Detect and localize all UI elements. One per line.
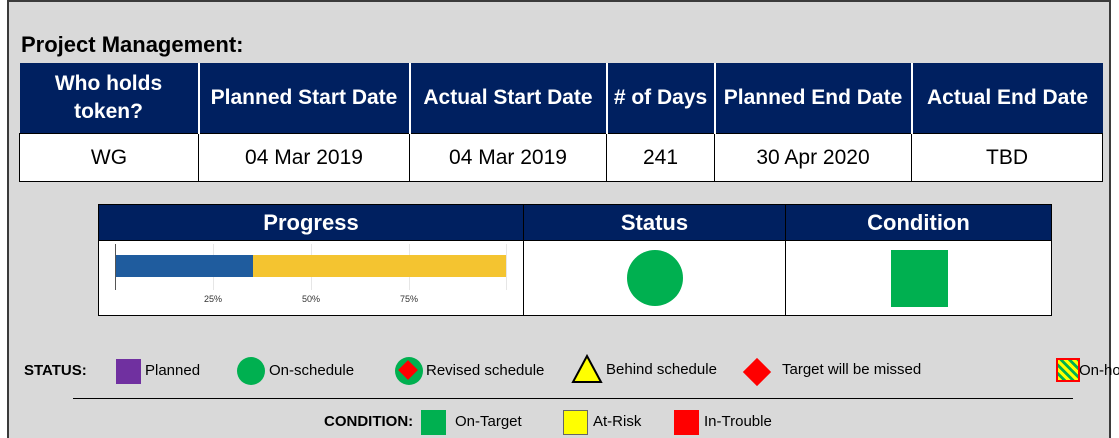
table-header-row: Who holds token? Planned Start Date Actu… (19, 63, 1103, 134)
target-missed-diamond-icon (742, 357, 772, 387)
cell-actual-end: TBD (911, 133, 1103, 182)
legend-divider (73, 398, 1073, 399)
status-indicator (626, 250, 683, 306)
cell-planned-end: 30 Apr 2020 (714, 133, 912, 182)
project-info-table: Who holds token? Planned Start Date Actu… (19, 63, 1103, 182)
legend-in-trouble: In-Trouble (704, 413, 772, 430)
planned-swatch (116, 359, 141, 384)
on-target-swatch (421, 410, 446, 435)
at-risk-swatch (563, 410, 588, 435)
progress-complete (116, 255, 253, 277)
legend-behind-schedule: Behind schedule (606, 361, 717, 378)
progress-bar: 25% 50% 75% (115, 244, 507, 304)
header-progress: Progress (98, 204, 524, 241)
legend-planned: Planned (145, 362, 201, 379)
tick-label: 75% (399, 294, 419, 304)
cell-actual-start: 04 Mar 2019 (409, 133, 607, 182)
revised-schedule-swatch (395, 357, 423, 385)
revised-diamond-icon (398, 360, 418, 380)
tick-label: 25% (203, 294, 223, 304)
condition-legend-title: CONDITION: (324, 413, 414, 430)
summary-table: Progress Status Condition 25% 50% 75% (98, 204, 1052, 316)
status-legend-title: STATUS: (24, 362, 87, 379)
legend-revised-schedule: Revised schedule (426, 362, 545, 379)
condition-cell (785, 240, 1052, 316)
gridline-100 (506, 244, 507, 290)
header-status: Status (523, 204, 786, 241)
legend-at-risk: At-Risk (593, 413, 642, 430)
cell-token-holder: WG (19, 133, 199, 182)
header-days: # of Days (605, 63, 716, 134)
header-condition: Condition (785, 204, 1052, 241)
header-actual-start: Actual Start Date (408, 63, 608, 134)
header-planned-end: Planned End Date (713, 63, 913, 134)
project-panel: Project Management: Who holds token? Pla… (7, 0, 1119, 438)
header-planned-start: Planned Start Date (197, 63, 411, 134)
tick-label: 50% (301, 294, 321, 304)
behind-schedule-triangle-icon (571, 354, 603, 383)
cell-days: 241 (606, 133, 715, 182)
in-trouble-swatch (674, 410, 699, 435)
legend-on-hold: On-hold (1079, 362, 1119, 379)
legend-on-target: On-Target (455, 413, 522, 430)
table-row: WG 04 Mar 2019 04 Mar 2019 241 30 Apr 20… (19, 133, 1103, 182)
on-schedule-swatch (237, 357, 265, 385)
cell-planned-start: 04 Mar 2019 (198, 133, 410, 182)
header-actual-end: Actual End Date (910, 63, 1103, 134)
on-hold-swatch (1056, 358, 1080, 382)
legend-target-missed: Target will be missed (782, 361, 922, 378)
header-token-holder: Who holds token? (19, 63, 200, 134)
progress-cell: 25% 50% 75% (98, 240, 524, 316)
status-cell (523, 240, 786, 316)
page-title: Project Management: (21, 32, 244, 57)
legend-on-schedule: On-schedule (269, 362, 355, 379)
condition-indicator (890, 250, 948, 307)
